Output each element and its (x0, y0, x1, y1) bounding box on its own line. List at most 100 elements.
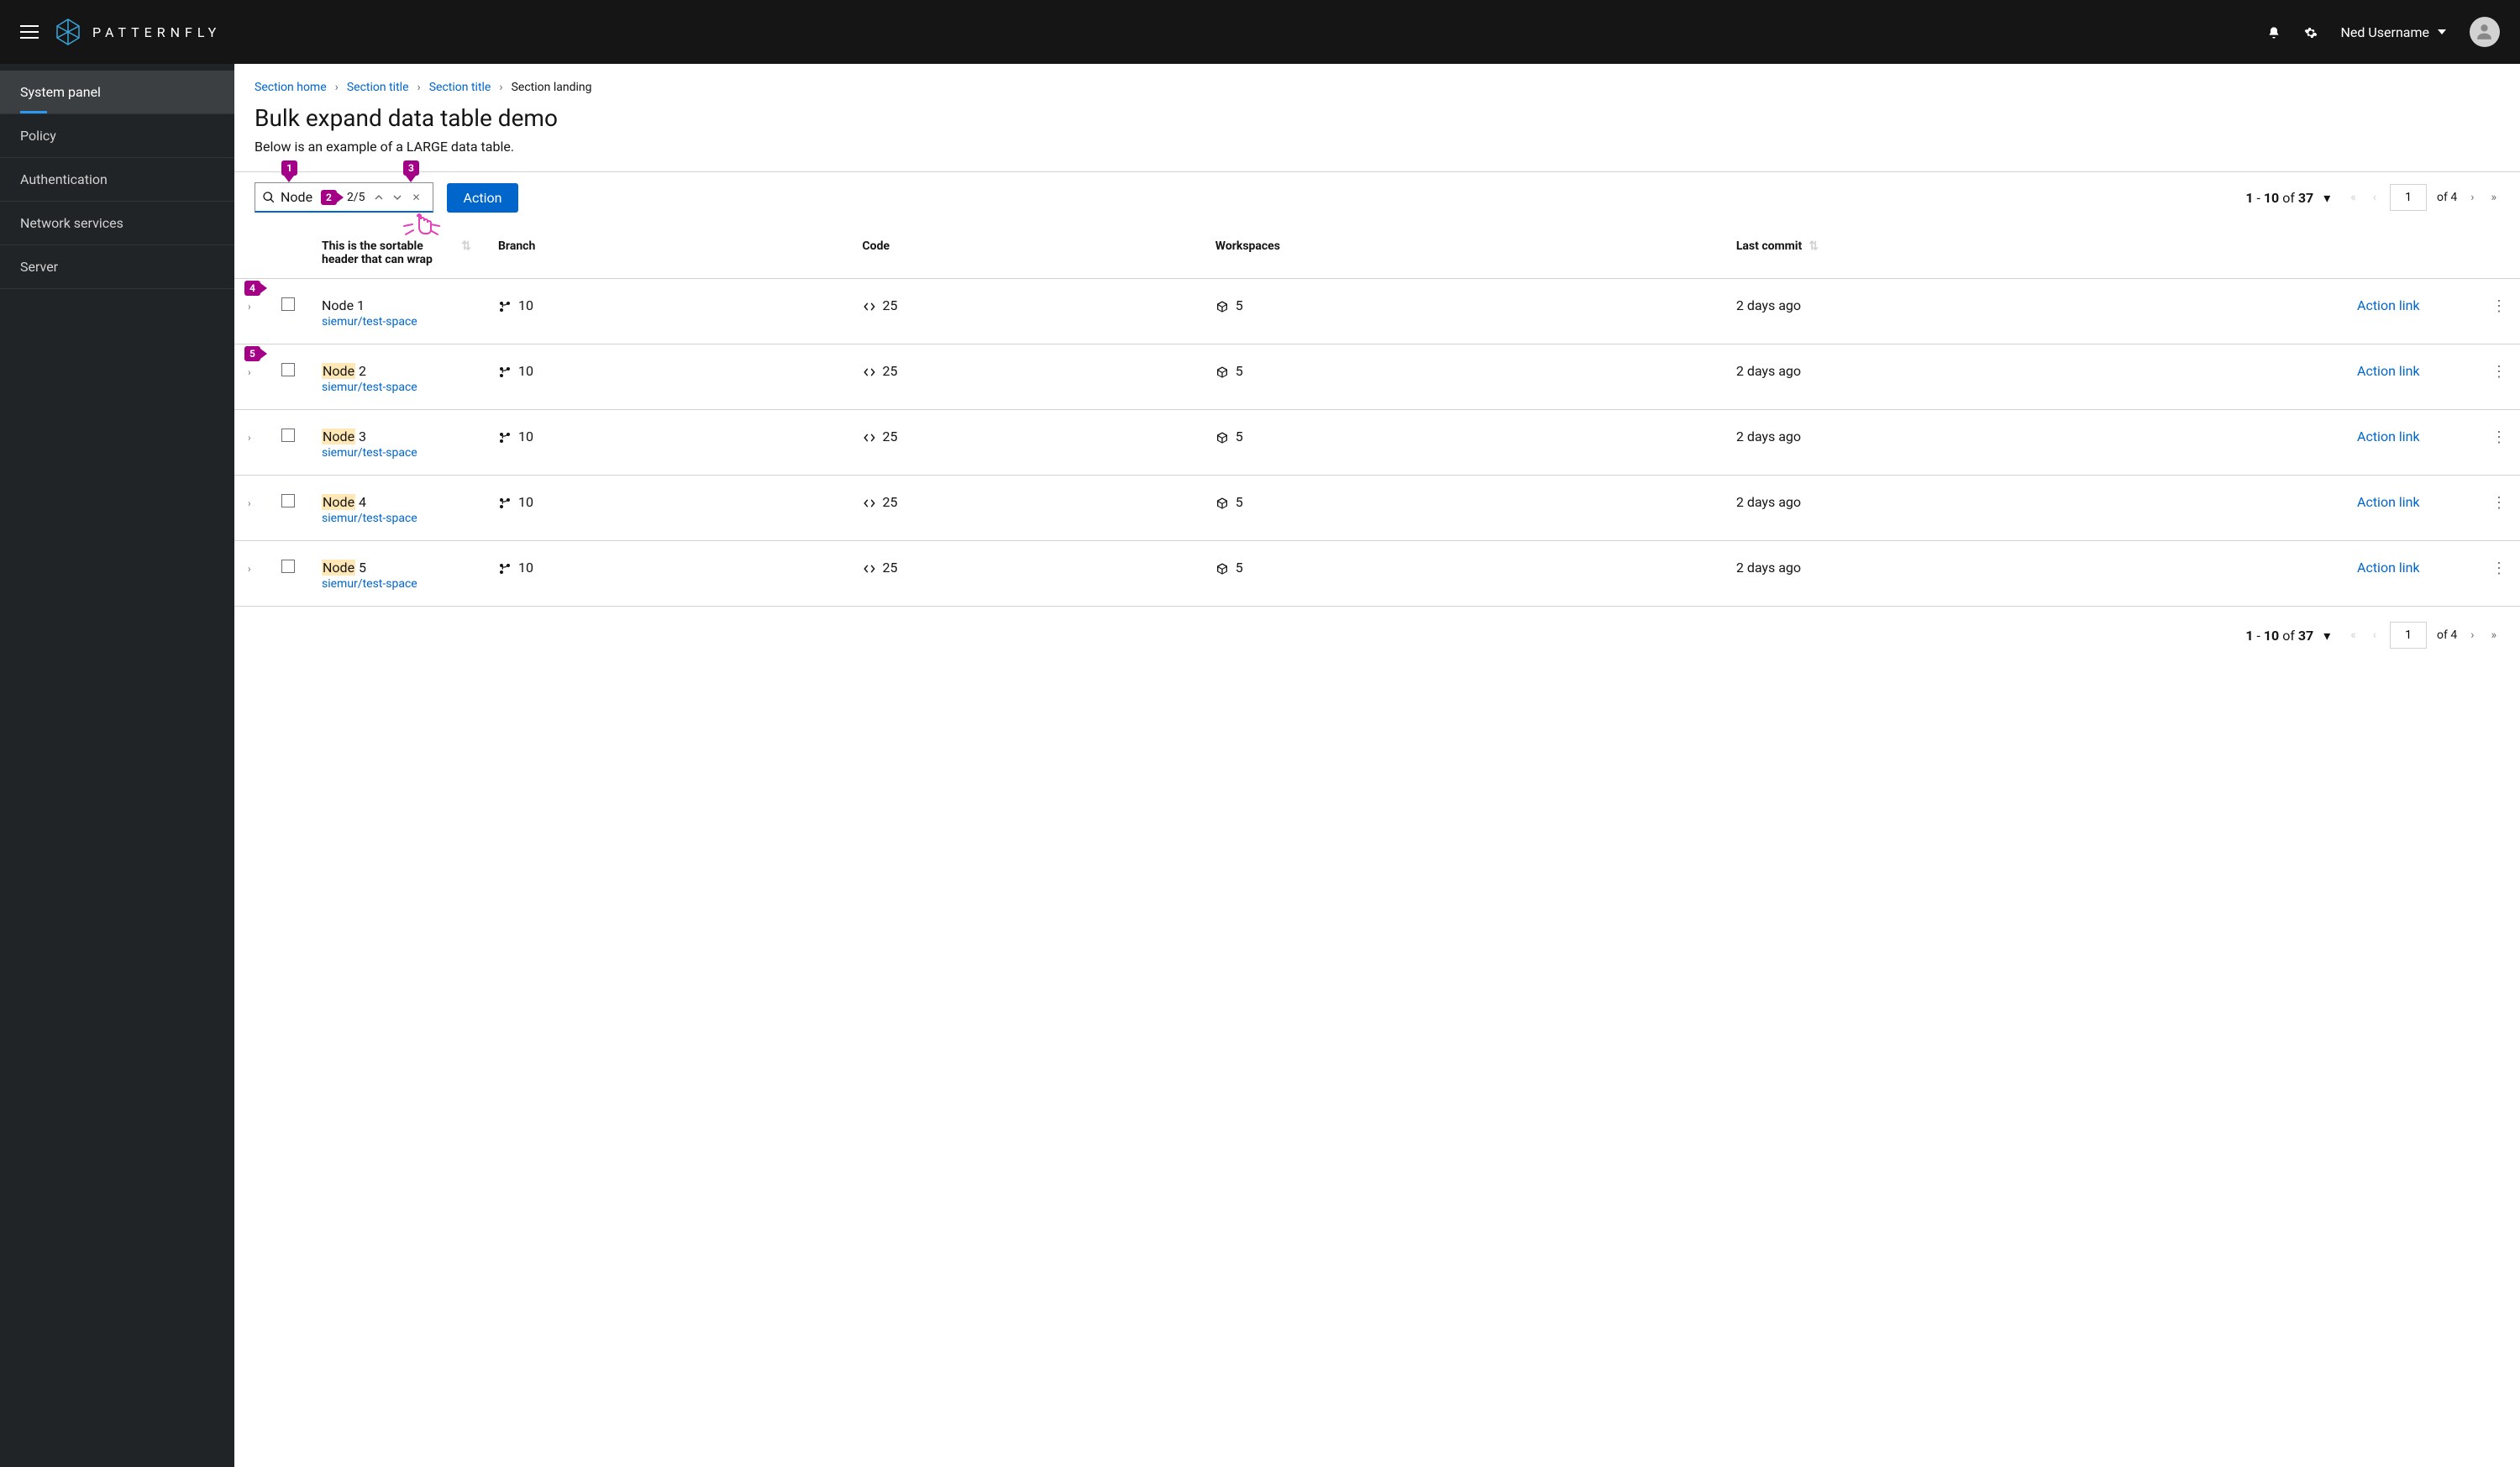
row-sublink[interactable]: siemur/test-space (322, 512, 471, 525)
annotation-2: 2 (321, 190, 337, 205)
search-icon (262, 190, 276, 203)
main-content: Section home › Section title › Section t… (234, 64, 2520, 1467)
breadcrumb-link[interactable]: Section title (429, 81, 491, 94)
prev-page-button[interactable]: ‹ (2370, 187, 2380, 208)
expand-row-button[interactable]: › (248, 366, 251, 378)
next-page-button[interactable]: › (2467, 625, 2477, 645)
code-icon (863, 497, 876, 510)
row-sublink[interactable]: siemur/test-space (322, 577, 471, 591)
last-commit-value: 2 days ago (1723, 410, 2344, 476)
last-page-button[interactable]: » (2487, 625, 2500, 645)
expand-row-button[interactable]: › (248, 301, 251, 313)
kebab-menu-icon[interactable]: ⋮ (2491, 494, 2507, 512)
gear-icon[interactable] (2304, 24, 2318, 41)
col-workspaces-header[interactable]: Workspaces (1202, 228, 1723, 279)
row-action-link[interactable]: Action link (2357, 297, 2420, 313)
row-sublink[interactable]: siemur/test-space (322, 315, 471, 329)
row-checkbox[interactable] (281, 494, 295, 507)
col-last-commit-header[interactable]: Last commit (1736, 239, 1802, 253)
row-action-link[interactable]: Action link (2357, 560, 2420, 576)
expand-row-button[interactable]: › (248, 432, 251, 444)
sidebar-item-server[interactable]: Server (0, 245, 234, 289)
first-page-button[interactable]: « (2347, 187, 2360, 208)
branch-icon (498, 497, 512, 510)
last-commit-value: 2 days ago (1723, 279, 2344, 344)
row-name: Node 2 (322, 363, 471, 379)
sort-icon[interactable]: ⇅ (461, 239, 471, 253)
toolbar: 1 3 Node 2 2/5 ✕ (234, 171, 2520, 228)
annotation-4: 4 (244, 281, 260, 296)
col-name-header[interactable]: This is the sortable header that can wra… (322, 239, 454, 266)
footer-pagination: 1 - 10 of 37 ▾ « ‹ of 4 › » (234, 607, 2520, 664)
pagination-range[interactable]: 1 - 10 of 37 ▾ (2245, 628, 2330, 644)
branch-value: 10 (518, 494, 533, 510)
row-action-link[interactable]: Action link (2357, 363, 2420, 379)
row-sublink[interactable]: siemur/test-space (322, 381, 471, 394)
kebab-menu-icon[interactable]: ⋮ (2491, 560, 2507, 577)
col-branch-header[interactable]: Branch (485, 228, 849, 279)
branch-icon (498, 365, 512, 379)
code-value: 25 (883, 429, 898, 444)
hamburger-menu-icon[interactable] (20, 25, 39, 39)
col-code-header[interactable]: Code (849, 228, 1202, 279)
chevron-down-icon: ▾ (2323, 628, 2330, 644)
row-action-link[interactable]: Action link (2357, 494, 2420, 510)
code-icon (863, 365, 876, 379)
page-total: of 4 (2437, 628, 2457, 642)
sidebar-item-policy[interactable]: Policy (0, 114, 234, 158)
row-checkbox[interactable] (281, 363, 295, 376)
annotation-3: 3 (403, 160, 419, 176)
last-commit-value: 2 days ago (1723, 541, 2344, 607)
row-checkbox[interactable] (281, 429, 295, 442)
user-name: Ned Username (2341, 24, 2429, 40)
brand-name: PATTERNFLY (92, 24, 221, 40)
row-action-link[interactable]: Action link (2357, 429, 2420, 444)
avatar[interactable] (2470, 17, 2500, 47)
breadcrumb: Section home › Section title › Section t… (234, 64, 2520, 101)
prev-page-button[interactable]: ‹ (2370, 625, 2380, 645)
pagination-nav: « ‹ of 4 › » (2347, 184, 2500, 211)
row-checkbox[interactable] (281, 560, 295, 573)
sidebar-item-system-panel[interactable]: System panel (0, 71, 234, 114)
row-checkbox[interactable] (281, 297, 295, 311)
search-match-counter: 2/5 (342, 191, 370, 204)
row-name: Node 3 (322, 429, 471, 444)
bell-icon[interactable] (2267, 24, 2281, 41)
breadcrumb-link[interactable]: Section home (255, 81, 327, 94)
row-sublink[interactable]: siemur/test-space (322, 446, 471, 460)
workspaces-value: 5 (1236, 494, 1243, 510)
sidebar-item-authentication[interactable]: Authentication (0, 158, 234, 202)
search-clear-button[interactable]: ✕ (407, 188, 425, 207)
user-menu[interactable]: Ned Username (2341, 24, 2446, 40)
last-commit-value: 2 days ago (1723, 476, 2344, 541)
search-input[interactable]: Node 2 2/5 ✕ (255, 182, 433, 213)
annotation-5: 5 (244, 346, 260, 361)
sidebar-item-network-services[interactable]: Network services (0, 202, 234, 245)
brand-logo[interactable]: PATTERNFLY (54, 18, 221, 46)
page-input[interactable] (2390, 622, 2427, 649)
code-value: 25 (883, 297, 898, 313)
kebab-menu-icon[interactable]: ⋮ (2491, 297, 2507, 315)
last-commit-value: 2 days ago (1723, 344, 2344, 410)
breadcrumb-link[interactable]: Section title (347, 81, 409, 94)
action-button[interactable]: Action (447, 183, 519, 213)
expand-row-button[interactable]: › (248, 563, 251, 575)
branch-value: 10 (518, 560, 533, 576)
table-row: › Node 5siemur/test-space 10 25 5 2 days… (234, 541, 2520, 607)
kebab-menu-icon[interactable]: ⋮ (2491, 363, 2507, 381)
page-input[interactable] (2390, 184, 2427, 211)
search-next-button[interactable] (388, 188, 407, 207)
cube-icon (1215, 431, 1229, 444)
pagination-range[interactable]: 1 - 10 of 37 ▾ (2245, 190, 2330, 206)
expand-row-button[interactable]: › (248, 497, 251, 509)
annotation-1: 1 (281, 160, 297, 176)
app-header: PATTERNFLY Ned Username (0, 0, 2520, 64)
sort-icon[interactable]: ⇅ (1809, 239, 1819, 253)
code-icon (863, 431, 876, 444)
code-value: 25 (883, 363, 898, 379)
kebab-menu-icon[interactable]: ⋮ (2491, 429, 2507, 446)
last-page-button[interactable]: » (2487, 187, 2500, 208)
search-prev-button[interactable] (370, 188, 388, 207)
first-page-button[interactable]: « (2347, 625, 2360, 645)
next-page-button[interactable]: › (2467, 187, 2477, 208)
